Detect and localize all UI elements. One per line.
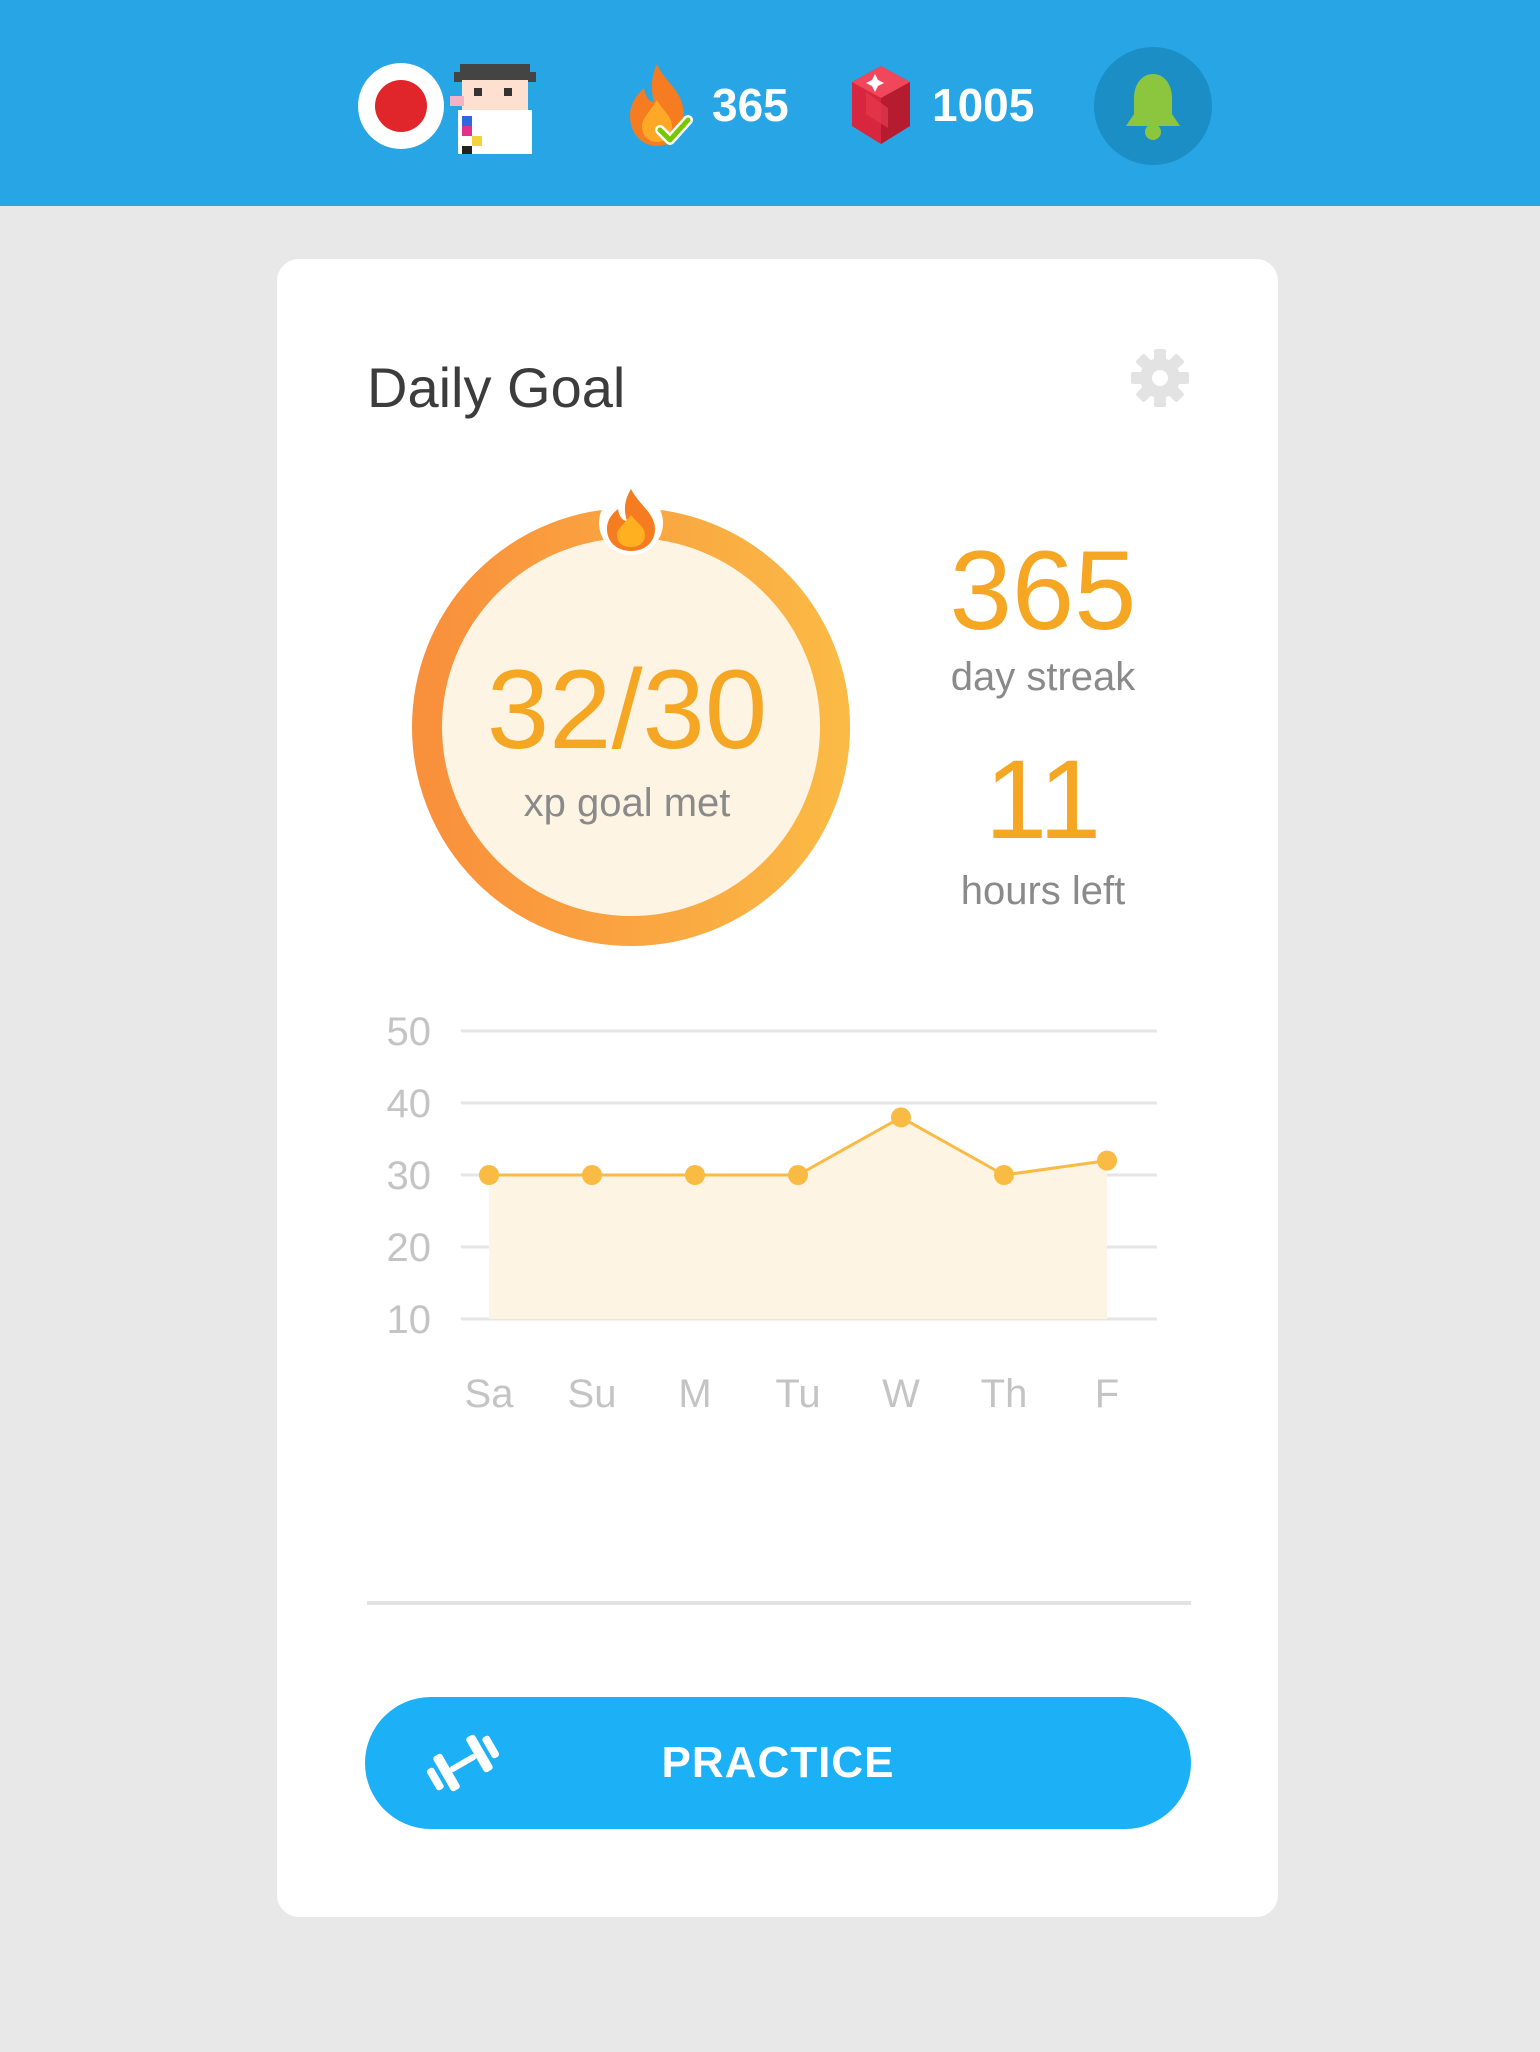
x-tick-label: Th bbox=[981, 1372, 1028, 1416]
streak-count: 365 bbox=[712, 79, 789, 131]
data-point bbox=[994, 1165, 1014, 1185]
y-tick-label: 40 bbox=[387, 1082, 432, 1126]
weekly-xp-chart: 10 20 30 40 50 Sa Su M Tu W Th F bbox=[387, 1010, 1157, 1416]
xp-progress-value: 32/30 bbox=[486, 647, 768, 772]
streak-indicator[interactable]: 365 bbox=[620, 60, 789, 150]
flame-icon bbox=[599, 489, 663, 555]
gem-count: 1005 bbox=[932, 79, 1035, 131]
data-point bbox=[479, 1165, 499, 1185]
y-tick-label: 20 bbox=[387, 1226, 432, 1270]
data-point bbox=[788, 1165, 808, 1185]
streak-days-label: day streak bbox=[950, 655, 1136, 699]
data-point bbox=[1097, 1150, 1117, 1171]
flag-circle bbox=[375, 80, 427, 132]
y-tick-label: 50 bbox=[387, 1010, 432, 1054]
gems-indicator[interactable]: 1005 bbox=[848, 60, 1034, 150]
data-point bbox=[582, 1165, 602, 1185]
chart-area bbox=[489, 1117, 1107, 1319]
x-tick-label: Su bbox=[568, 1372, 617, 1416]
divider bbox=[367, 1601, 1191, 1605]
gear-icon[interactable] bbox=[1129, 347, 1191, 409]
bell-icon bbox=[1126, 74, 1180, 140]
pixel-avatar-icon[interactable] bbox=[440, 56, 550, 166]
x-tick-label: Sa bbox=[465, 1372, 515, 1416]
x-tick-label: M bbox=[678, 1372, 711, 1416]
y-tick-label: 30 bbox=[387, 1154, 432, 1198]
daily-goal-card: Daily Goal 32/30 xp goal met 365 day str… bbox=[277, 259, 1278, 1917]
practice-label: PRACTICE bbox=[661, 1738, 895, 1787]
xp-progress-label: xp goal met bbox=[523, 781, 731, 825]
japan-flag-icon[interactable] bbox=[358, 63, 444, 149]
hours-left-value: 11 bbox=[984, 737, 1102, 862]
notifications-button[interactable] bbox=[1094, 47, 1212, 165]
practice-button[interactable]: PRACTICE bbox=[365, 1697, 1191, 1829]
dumbbell-icon bbox=[426, 1734, 500, 1792]
x-tick-label: Tu bbox=[775, 1372, 820, 1416]
red-gem-icon bbox=[852, 66, 910, 144]
hours-left-label: hours left bbox=[960, 869, 1126, 913]
top-navigation-bar: 365 1005 bbox=[0, 0, 1540, 206]
x-tick-label: F bbox=[1095, 1372, 1119, 1416]
flame-check-icon bbox=[630, 64, 693, 146]
card-title: Daily Goal bbox=[367, 356, 626, 419]
y-tick-label: 10 bbox=[387, 1298, 432, 1342]
streak-days-value: 365 bbox=[949, 528, 1137, 653]
data-point bbox=[685, 1165, 705, 1185]
x-tick-label: W bbox=[882, 1372, 920, 1416]
data-point bbox=[891, 1107, 911, 1128]
